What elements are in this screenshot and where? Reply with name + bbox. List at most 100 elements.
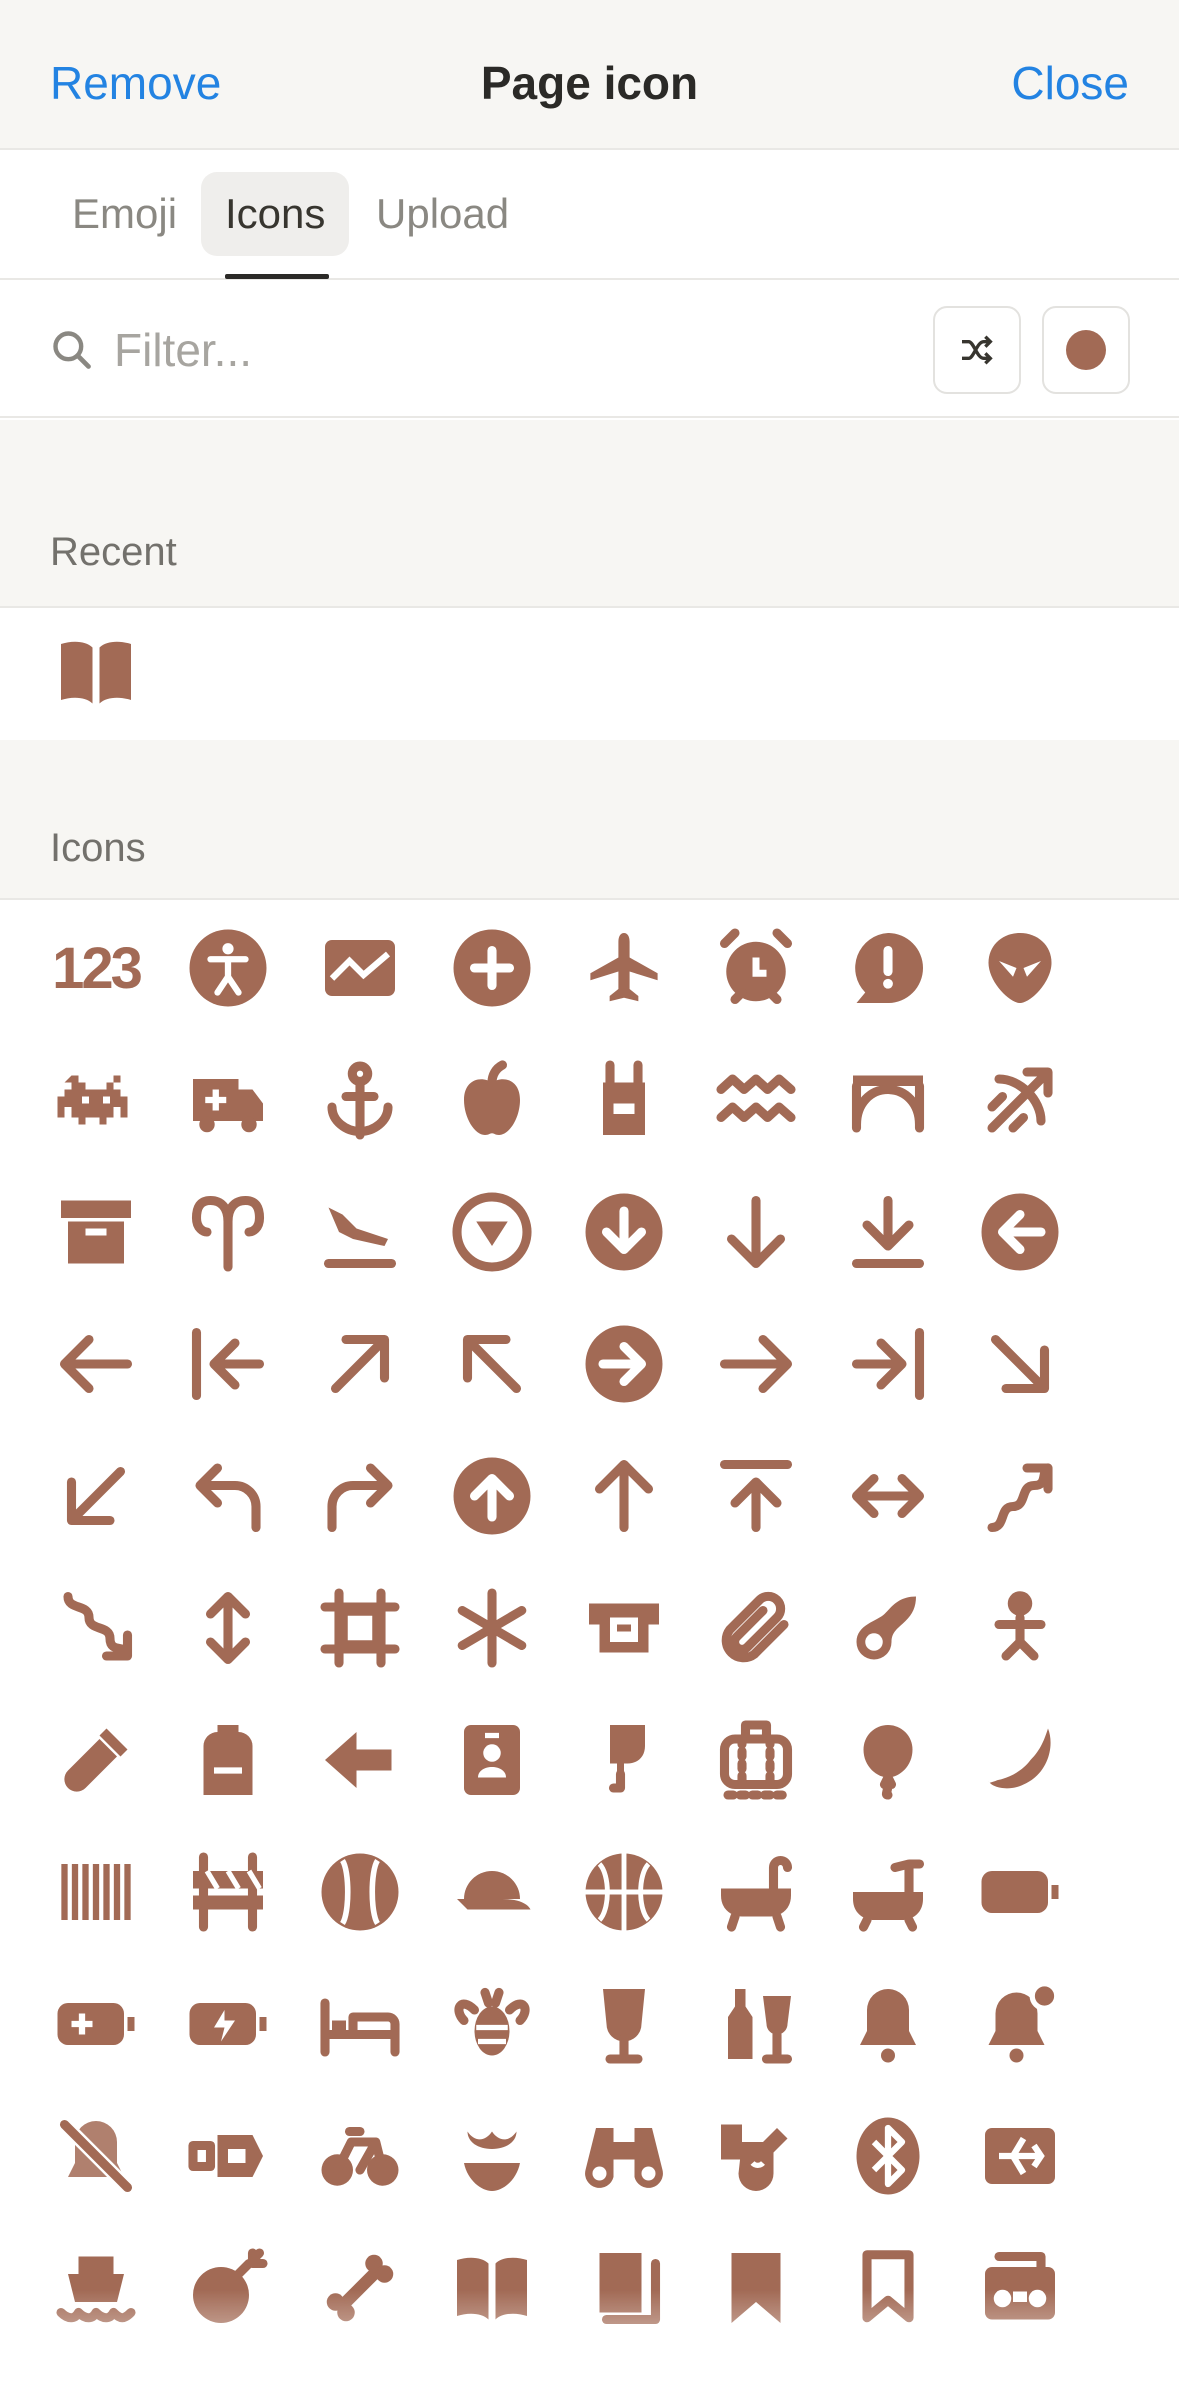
icon-option[interactable] <box>178 1842 278 1942</box>
icon-option[interactable] <box>442 1974 542 2074</box>
icon-option[interactable] <box>970 1578 1070 1678</box>
icon-option[interactable] <box>442 1842 542 1942</box>
icon-option[interactable] <box>838 2106 938 2206</box>
icon-option[interactable] <box>178 2238 278 2338</box>
icon-option[interactable] <box>838 918 938 1018</box>
icon-option[interactable] <box>46 1710 146 1810</box>
icon-option[interactable] <box>46 2106 146 2206</box>
icon-option[interactable] <box>178 2106 278 2206</box>
icon-option[interactable] <box>970 1710 1070 1810</box>
icon-option[interactable] <box>46 622 146 722</box>
icon-option[interactable] <box>442 1314 542 1414</box>
icon-option[interactable] <box>310 2106 410 2206</box>
icon-option[interactable] <box>178 1182 278 1282</box>
icon-option[interactable] <box>838 1578 938 1678</box>
icon-option[interactable] <box>442 1578 542 1678</box>
icon-option[interactable] <box>574 918 674 1018</box>
icon-option[interactable] <box>574 1974 674 2074</box>
icon-option[interactable] <box>178 1446 278 1546</box>
icon-option[interactable] <box>970 2106 1070 2206</box>
tab-icons[interactable]: Icons <box>201 172 350 256</box>
icon-option[interactable] <box>706 918 806 1018</box>
icon-option[interactable] <box>574 2238 674 2338</box>
icon-option[interactable] <box>46 1050 146 1150</box>
icon-option[interactable] <box>574 1842 674 1942</box>
icon-option[interactable] <box>442 1182 542 1282</box>
icon-option[interactable] <box>838 1446 938 1546</box>
icon-option[interactable] <box>442 2238 542 2338</box>
icon-option[interactable] <box>178 1578 278 1678</box>
icon-option[interactable] <box>970 1050 1070 1150</box>
icon-option[interactable] <box>178 1050 278 1150</box>
add-circle-icon <box>453 929 531 1007</box>
icon-option[interactable] <box>970 1182 1070 1282</box>
icon-option[interactable] <box>310 1182 410 1282</box>
icon-option[interactable] <box>46 1578 146 1678</box>
icon-option[interactable] <box>706 2238 806 2338</box>
icon-option[interactable]: 123 <box>46 918 146 1018</box>
icon-option[interactable] <box>574 2106 674 2206</box>
icon-option[interactable] <box>706 1974 806 2074</box>
icon-option[interactable] <box>706 1710 806 1810</box>
icon-option[interactable] <box>310 1578 410 1678</box>
shuffle-button[interactable] <box>933 306 1021 394</box>
icon-option[interactable] <box>574 1578 674 1678</box>
icon-option[interactable] <box>838 1182 938 1282</box>
icon-option[interactable] <box>310 1710 410 1810</box>
icon-option[interactable] <box>970 1446 1070 1546</box>
icon-option[interactable] <box>46 1182 146 1282</box>
icon-option[interactable] <box>970 2238 1070 2338</box>
icon-option[interactable] <box>970 918 1070 1018</box>
icon-option[interactable] <box>706 1578 806 1678</box>
icon-option[interactable] <box>574 1182 674 1282</box>
icon-option[interactable] <box>310 1446 410 1546</box>
icon-option[interactable] <box>574 1710 674 1810</box>
icon-option[interactable] <box>310 1314 410 1414</box>
icon-option[interactable] <box>310 1842 410 1942</box>
icon-option[interactable] <box>706 1314 806 1414</box>
icon-option[interactable] <box>310 1974 410 2074</box>
icon-option[interactable] <box>970 1314 1070 1414</box>
icon-option[interactable] <box>310 2238 410 2338</box>
icon-option[interactable] <box>838 1314 938 1414</box>
icon-option[interactable] <box>178 1710 278 1810</box>
icon-option[interactable] <box>574 1314 674 1414</box>
tab-upload[interactable]: Upload <box>352 172 533 256</box>
icon-option[interactable] <box>442 1050 542 1150</box>
icon-option[interactable] <box>46 2238 146 2338</box>
icon-option[interactable] <box>838 1974 938 2074</box>
icon-option[interactable] <box>706 2106 806 2206</box>
icon-option[interactable] <box>970 1842 1070 1942</box>
icon-option[interactable] <box>706 1842 806 1942</box>
icon-option[interactable] <box>442 918 542 1018</box>
icon-option[interactable] <box>178 1314 278 1414</box>
icon-option[interactable] <box>442 1710 542 1810</box>
bench-plug-icon <box>188 2135 263 2177</box>
icon-option[interactable] <box>706 1182 806 1282</box>
icon-option[interactable] <box>970 1974 1070 2074</box>
icon-option[interactable] <box>838 1710 938 1810</box>
icon-option[interactable] <box>838 1842 938 1942</box>
icon-option[interactable] <box>838 1050 938 1150</box>
icon-option[interactable] <box>310 918 410 1018</box>
icon-option[interactable] <box>46 1842 146 1942</box>
icon-option[interactable] <box>706 1050 806 1150</box>
icon-option[interactable] <box>442 2106 542 2206</box>
icon-option[interactable] <box>46 1446 146 1546</box>
arrow-left-circle-icon <box>981 1193 1059 1271</box>
close-button[interactable]: Close <box>1011 56 1129 110</box>
tab-emoji[interactable]: Emoji <box>48 172 201 256</box>
filter-input[interactable] <box>114 318 894 382</box>
icon-option[interactable] <box>46 1314 146 1414</box>
icon-option[interactable] <box>706 1446 806 1546</box>
icon-option[interactable] <box>310 1050 410 1150</box>
icon-option[interactable] <box>178 918 278 1018</box>
icon-option[interactable] <box>46 1974 146 2074</box>
icon-color-button[interactable] <box>1042 306 1130 394</box>
icon-option[interactable] <box>178 1974 278 2074</box>
icon-option[interactable] <box>574 1050 674 1150</box>
icon-option[interactable] <box>838 2238 938 2338</box>
icon-option[interactable] <box>574 1446 674 1546</box>
icon-option[interactable] <box>442 1446 542 1546</box>
arrow-squiggle-up-icon <box>987 1463 1053 1533</box>
